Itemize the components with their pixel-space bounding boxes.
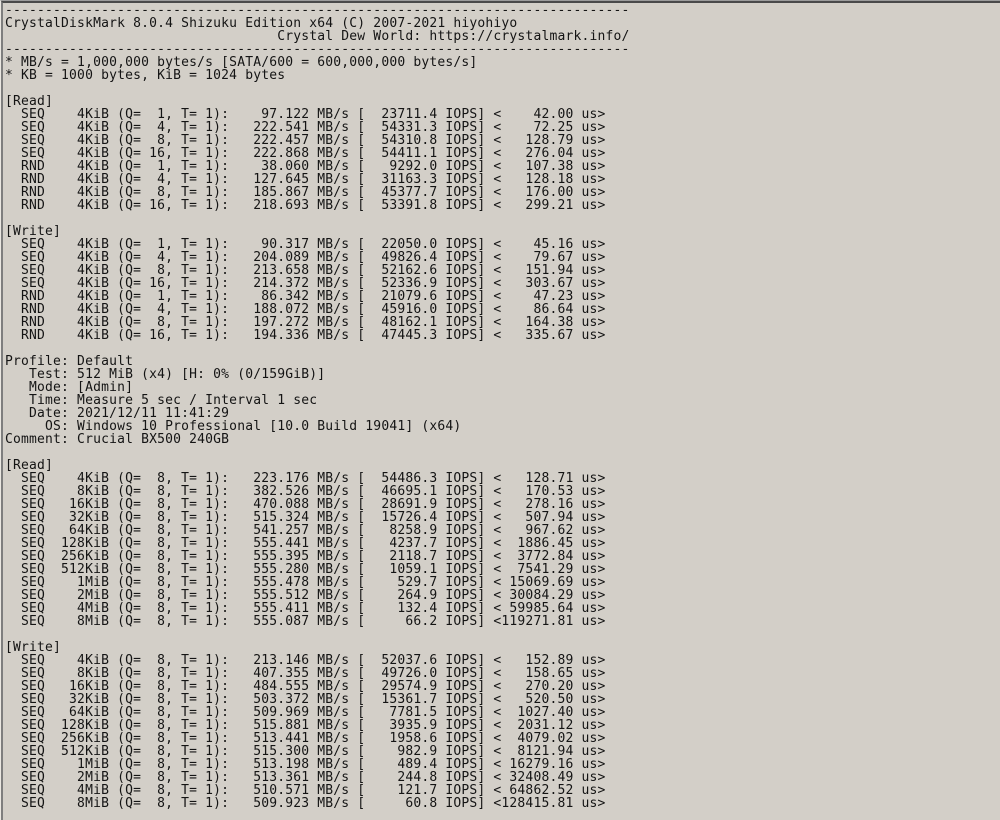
output-line: RND 4KiB (Q= 16, T= 1): 194.336 MB/s [ 4… — [5, 328, 606, 343]
output-line: SEQ 8MiB (Q= 8, T= 1): 555.087 MB/s [ 66… — [5, 614, 606, 629]
text-area-frame: ----------------------------------------… — [1, 1, 1000, 820]
output-line: Comment: Crucial BX500 240GB — [5, 432, 230, 447]
benchmark-text: ----------------------------------------… — [3, 3, 1000, 810]
output-line: * KB = 1000 bytes, KiB = 1024 bytes — [5, 68, 286, 83]
crystaldiskmark-result-window: ----------------------------------------… — [0, 0, 1000, 820]
output-line: Test: 512 MiB (x4) [H: 0% (0/159GiB)] — [5, 367, 326, 382]
output-line: RND 4KiB (Q= 16, T= 1): 218.693 MB/s [ 5… — [5, 198, 606, 213]
output-line: SEQ 8MiB (Q= 8, T= 1): 509.923 MB/s [ 60… — [5, 796, 606, 811]
